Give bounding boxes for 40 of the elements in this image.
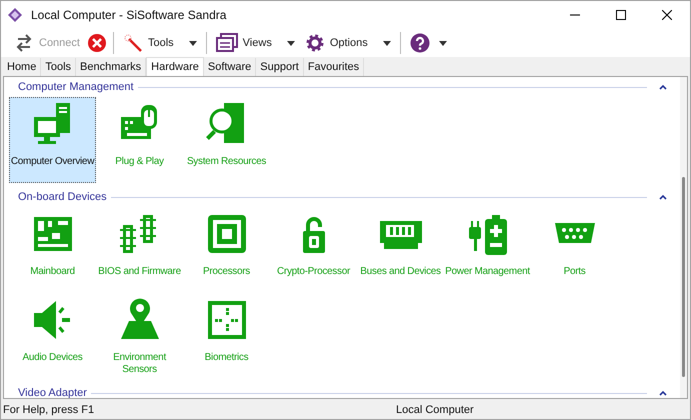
windows-icon (216, 33, 238, 53)
status-text: For Help, press F1 (2, 402, 96, 418)
tab[interactable]: Hardware (146, 57, 204, 76)
section-title: Computer Management (18, 80, 134, 95)
section-title: On-board Devices (18, 190, 107, 205)
scrollbar[interactable] (680, 77, 687, 398)
device-category-item[interactable]: Crypto-Processor (270, 207, 357, 293)
device-category-item[interactable]: Buses and Devices (357, 207, 444, 293)
device-category-item[interactable]: BIOS and Firmware (96, 207, 183, 293)
device-category-item[interactable]: Ports (531, 207, 618, 293)
dropdown-arrow-icon[interactable] (438, 40, 447, 46)
device-category-item[interactable]: Power Management (444, 207, 531, 293)
section-title: Video Adapter (18, 386, 87, 398)
close-icon[interactable] (86, 33, 107, 53)
status-text: Local Computer (396, 402, 474, 418)
collapse-icon[interactable] (659, 194, 667, 200)
help-icon (410, 33, 430, 53)
device-category-item[interactable]: System Resources (183, 97, 270, 183)
collapse-icon[interactable] (659, 84, 667, 90)
app-logo-icon (8, 8, 22, 22)
device-category-item[interactable]: Plug & Play (96, 97, 183, 183)
device-category-item[interactable]: Mainboard (9, 207, 96, 293)
arrows-icon (14, 33, 34, 53)
menu-button[interactable]: Views (212, 31, 298, 55)
device-category-item[interactable]: Processors (183, 207, 270, 293)
dropdown-arrow-icon[interactable] (382, 40, 391, 46)
gear-icon (304, 33, 325, 53)
dropdown-arrow-icon[interactable] (286, 40, 295, 46)
device-category-item[interactable]: Computer Overview (9, 97, 96, 183)
magic-wand-icon (122, 33, 143, 53)
device-category-item[interactable]: Biometrics (183, 293, 270, 379)
menu-button[interactable]: Options (302, 31, 394, 55)
collapse-icon[interactable] (659, 390, 667, 396)
window-title: Local Computer - SiSoftware Sandra (31, 7, 226, 24)
device-category-item[interactable]: Environment Sensors (96, 293, 183, 379)
maximize-icon (616, 10, 626, 20)
device-category-item[interactable]: Audio Devices (9, 293, 96, 379)
dropdown-arrow-icon[interactable] (188, 40, 197, 46)
close-icon (662, 10, 672, 20)
menu-button[interactable]: Tools (120, 31, 200, 55)
